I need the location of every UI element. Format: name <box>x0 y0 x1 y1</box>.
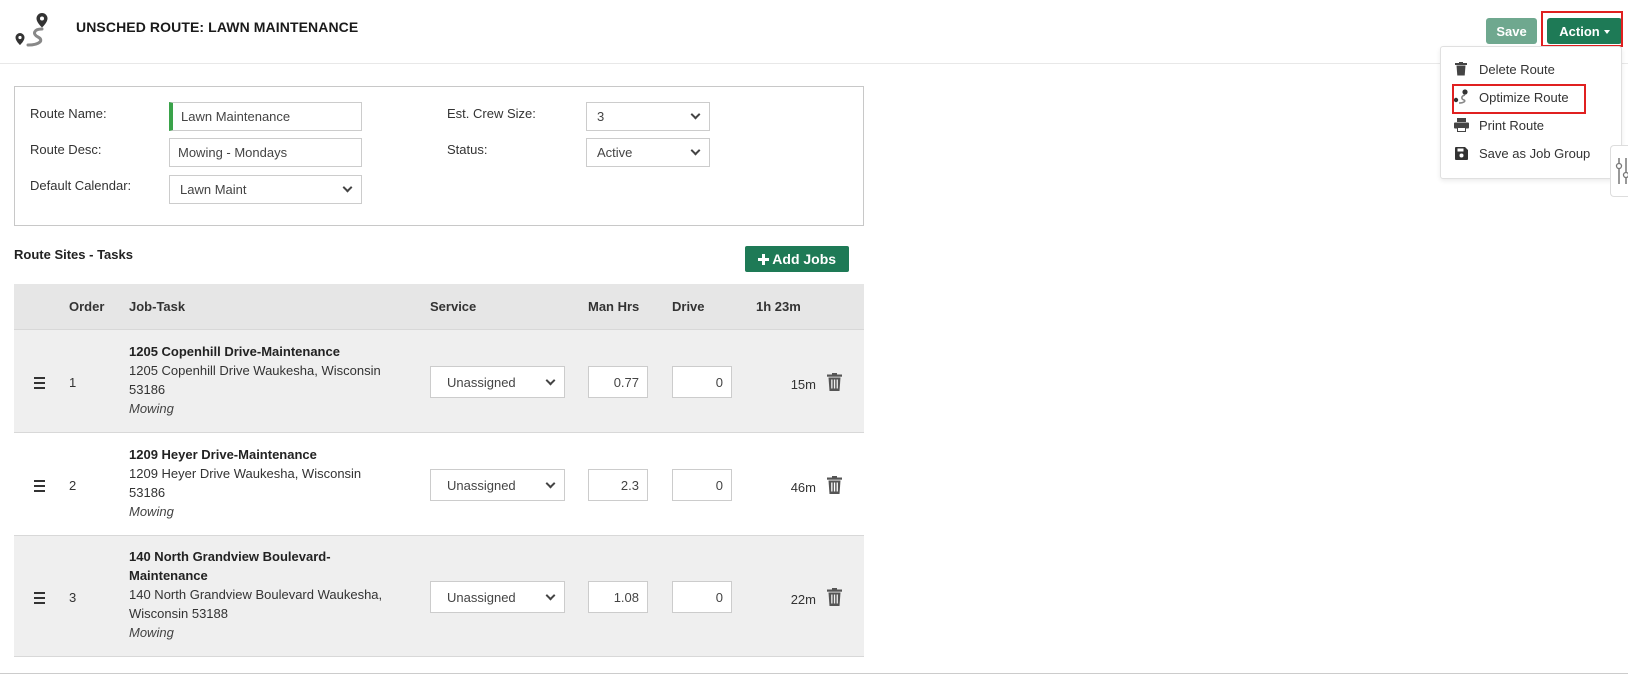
crew-size-value: 3 <box>597 109 605 124</box>
crew-size-label: Est. Crew Size: <box>447 106 536 121</box>
page-title: UNSCHED ROUTE: LAWN MAINTENANCE <box>76 19 359 35</box>
job-service-type: Mowing <box>129 504 174 519</box>
service-value: Unassigned <box>447 589 516 605</box>
caret-down-icon <box>1603 30 1610 35</box>
column-header-order[interactable]: Order <box>69 299 104 314</box>
route-details-form: Route Name: Route Desc: Default Calendar… <box>14 86 864 226</box>
row-order: 3 <box>69 590 77 605</box>
page-header: UNSCHED ROUTE: LAWN MAINTENANCE Save Act… <box>0 0 1628 64</box>
route-name-input[interactable] <box>169 102 362 131</box>
drag-handle-icon[interactable] <box>34 377 45 392</box>
chevron-down-icon <box>545 478 556 488</box>
save-button[interactable]: Save <box>1486 18 1537 44</box>
delete-row-trash-icon[interactable] <box>827 373 842 391</box>
service-select[interactable]: Unassigned <box>430 469 565 501</box>
man-hrs-input[interactable] <box>588 469 648 501</box>
status-select[interactable]: Active <box>586 138 710 167</box>
service-value: Unassigned <box>447 477 516 493</box>
default-calendar-select[interactable]: Lawn Maint <box>169 175 362 204</box>
drag-handle-icon[interactable] <box>34 480 45 495</box>
chevron-down-icon <box>545 590 556 600</box>
menu-item-save-as-job-group[interactable]: Save as Job Group <box>1453 142 1590 164</box>
action-button-label: Action <box>1559 23 1600 39</box>
route-sites-table: Order Job-Task Service Man Hrs Drive 1h … <box>14 284 864 657</box>
table-row: 2 1209 Heyer Drive-Maintenance 1209 Heye… <box>14 433 864 536</box>
column-header-service[interactable]: Service <box>430 299 476 314</box>
route-desc-label: Route Desc: <box>30 142 102 157</box>
drive-input[interactable] <box>672 581 732 613</box>
job-service-type: Mowing <box>129 401 174 416</box>
row-duration: 15m <box>790 377 816 392</box>
table-row: 1 1205 Copenhill Drive-Maintenance 1205 … <box>14 330 864 433</box>
route-icon <box>15 13 48 47</box>
menu-item-label: Delete Route <box>1479 61 1555 77</box>
column-header-job-task[interactable]: Job-Task <box>129 299 185 314</box>
menu-item-print-route[interactable]: Print Route <box>1453 114 1544 136</box>
chevron-down-icon <box>342 182 353 193</box>
add-jobs-label: Add Jobs <box>772 251 837 267</box>
default-calendar-label: Default Calendar: <box>30 178 132 193</box>
job-task-cell: 1205 Copenhill Drive-Maintenance 1205 Co… <box>129 342 394 418</box>
row-duration: 46m <box>790 480 816 495</box>
table-row: 3 140 North Grandview Boulevard-Maintena… <box>14 536 864 657</box>
chevron-down-icon <box>545 375 556 385</box>
service-select[interactable]: Unassigned <box>430 581 565 613</box>
service-value: Unassigned <box>447 374 516 390</box>
job-task-cell: 140 North Grandview Boulevard-Maintenanc… <box>129 547 394 642</box>
job-title[interactable]: 140 North Grandview Boulevard-Maintenanc… <box>129 547 344 585</box>
row-order: 2 <box>69 478 77 493</box>
job-title[interactable]: 1205 Copenhill Drive-Maintenance <box>129 342 394 361</box>
menu-item-delete-route[interactable]: Delete Route <box>1453 58 1555 80</box>
route-desc-input[interactable] <box>169 138 362 167</box>
drag-handle-icon[interactable] <box>34 592 45 607</box>
row-duration: 22m <box>790 592 816 607</box>
route-sites-title: Route Sites - Tasks <box>14 247 133 262</box>
floppy-disk-icon <box>1453 145 1469 161</box>
action-dropdown-menu: Delete Route Optimize Route Print Route … <box>1440 46 1622 179</box>
column-header-drive[interactable]: Drive <box>672 299 705 314</box>
delete-row-trash-icon[interactable] <box>827 588 842 606</box>
menu-item-label: Optimize Route <box>1479 89 1569 105</box>
status-label: Status: <box>447 142 488 157</box>
action-button[interactable]: Action <box>1547 18 1622 44</box>
table-header: Order Job-Task Service Man Hrs Drive 1h … <box>14 284 864 330</box>
job-task-cell: 1209 Heyer Drive-Maintenance 1209 Heyer … <box>129 445 394 521</box>
service-select[interactable]: Unassigned <box>430 366 565 398</box>
menu-item-label: Save as Job Group <box>1479 145 1591 161</box>
trash-icon <box>1453 61 1469 77</box>
delete-row-trash-icon[interactable] <box>827 476 842 494</box>
menu-item-optimize-route[interactable]: Optimize Route <box>1453 86 1569 108</box>
column-header-man-hrs[interactable]: Man Hrs <box>588 299 639 314</box>
job-address: 1205 Copenhill Drive Waukesha, Wisconsin… <box>129 363 381 397</box>
settings-side-tab[interactable] <box>1610 145 1628 197</box>
route-name-label: Route Name: <box>30 106 107 121</box>
optimize-route-icon <box>1453 89 1469 105</box>
status-value: Active <box>597 145 633 160</box>
job-title[interactable]: 1209 Heyer Drive-Maintenance <box>129 445 394 464</box>
plus-icon <box>757 254 769 265</box>
drive-input[interactable] <box>672 366 732 398</box>
man-hrs-input[interactable] <box>588 581 648 613</box>
drive-input[interactable] <box>672 469 732 501</box>
crew-size-select[interactable]: 3 <box>586 102 710 131</box>
man-hrs-input[interactable] <box>588 366 648 398</box>
default-calendar-value: Lawn Maint <box>180 182 247 197</box>
sliders-icon <box>1615 158 1628 184</box>
menu-item-label: Print Route <box>1479 117 1545 133</box>
job-address: 140 North Grandview Boulevard Waukesha, … <box>129 587 383 621</box>
page-bottom-divider <box>0 673 1628 674</box>
add-jobs-button[interactable]: Add Jobs <box>745 246 849 272</box>
column-header-total-duration: 1h 23m <box>756 299 801 314</box>
printer-icon <box>1453 117 1469 133</box>
row-order: 1 <box>69 375 77 390</box>
chevron-down-icon <box>690 145 701 156</box>
job-address: 1209 Heyer Drive Waukesha, Wisconsin 531… <box>129 466 362 500</box>
job-service-type: Mowing <box>129 625 174 640</box>
chevron-down-icon <box>690 109 701 120</box>
